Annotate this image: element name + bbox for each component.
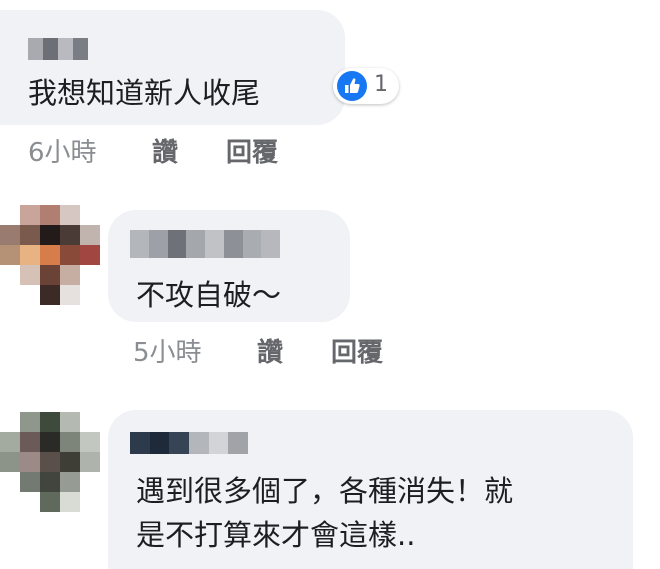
comment-text: 我想知道新人收尾 [28, 76, 261, 110]
comment-bubble: 不攻自破～ [108, 210, 350, 322]
reaction-count: 1 [374, 72, 388, 97]
comment-bubble: 我想知道新人收尾 [0, 10, 345, 125]
thumbs-up-icon [337, 71, 367, 101]
like-button[interactable]: 讚 [152, 132, 178, 169]
comment-bubble: 遇到很多個了，各種消失！就 是不打算來才會這樣.. [108, 410, 633, 569]
comment-text-line: 遇到很多個了，各種消失！就 [136, 474, 514, 508]
avatar[interactable] [0, 412, 100, 512]
like-button[interactable]: 讚 [257, 332, 283, 369]
redacted-username [130, 432, 248, 454]
timestamp[interactable]: 5小時 [133, 332, 202, 369]
comment-text-line: 是不打算來才會這樣.. [136, 518, 416, 552]
reply-button[interactable]: 回覆 [331, 332, 383, 369]
timestamp[interactable]: 6小時 [28, 132, 97, 169]
reply-button[interactable]: 回覆 [226, 132, 278, 169]
reaction-badge[interactable]: 1 [333, 68, 399, 104]
comment-text: 不攻自破～ [136, 278, 282, 312]
redacted-username [28, 38, 88, 60]
redacted-username [130, 230, 280, 258]
avatar[interactable] [0, 205, 100, 305]
